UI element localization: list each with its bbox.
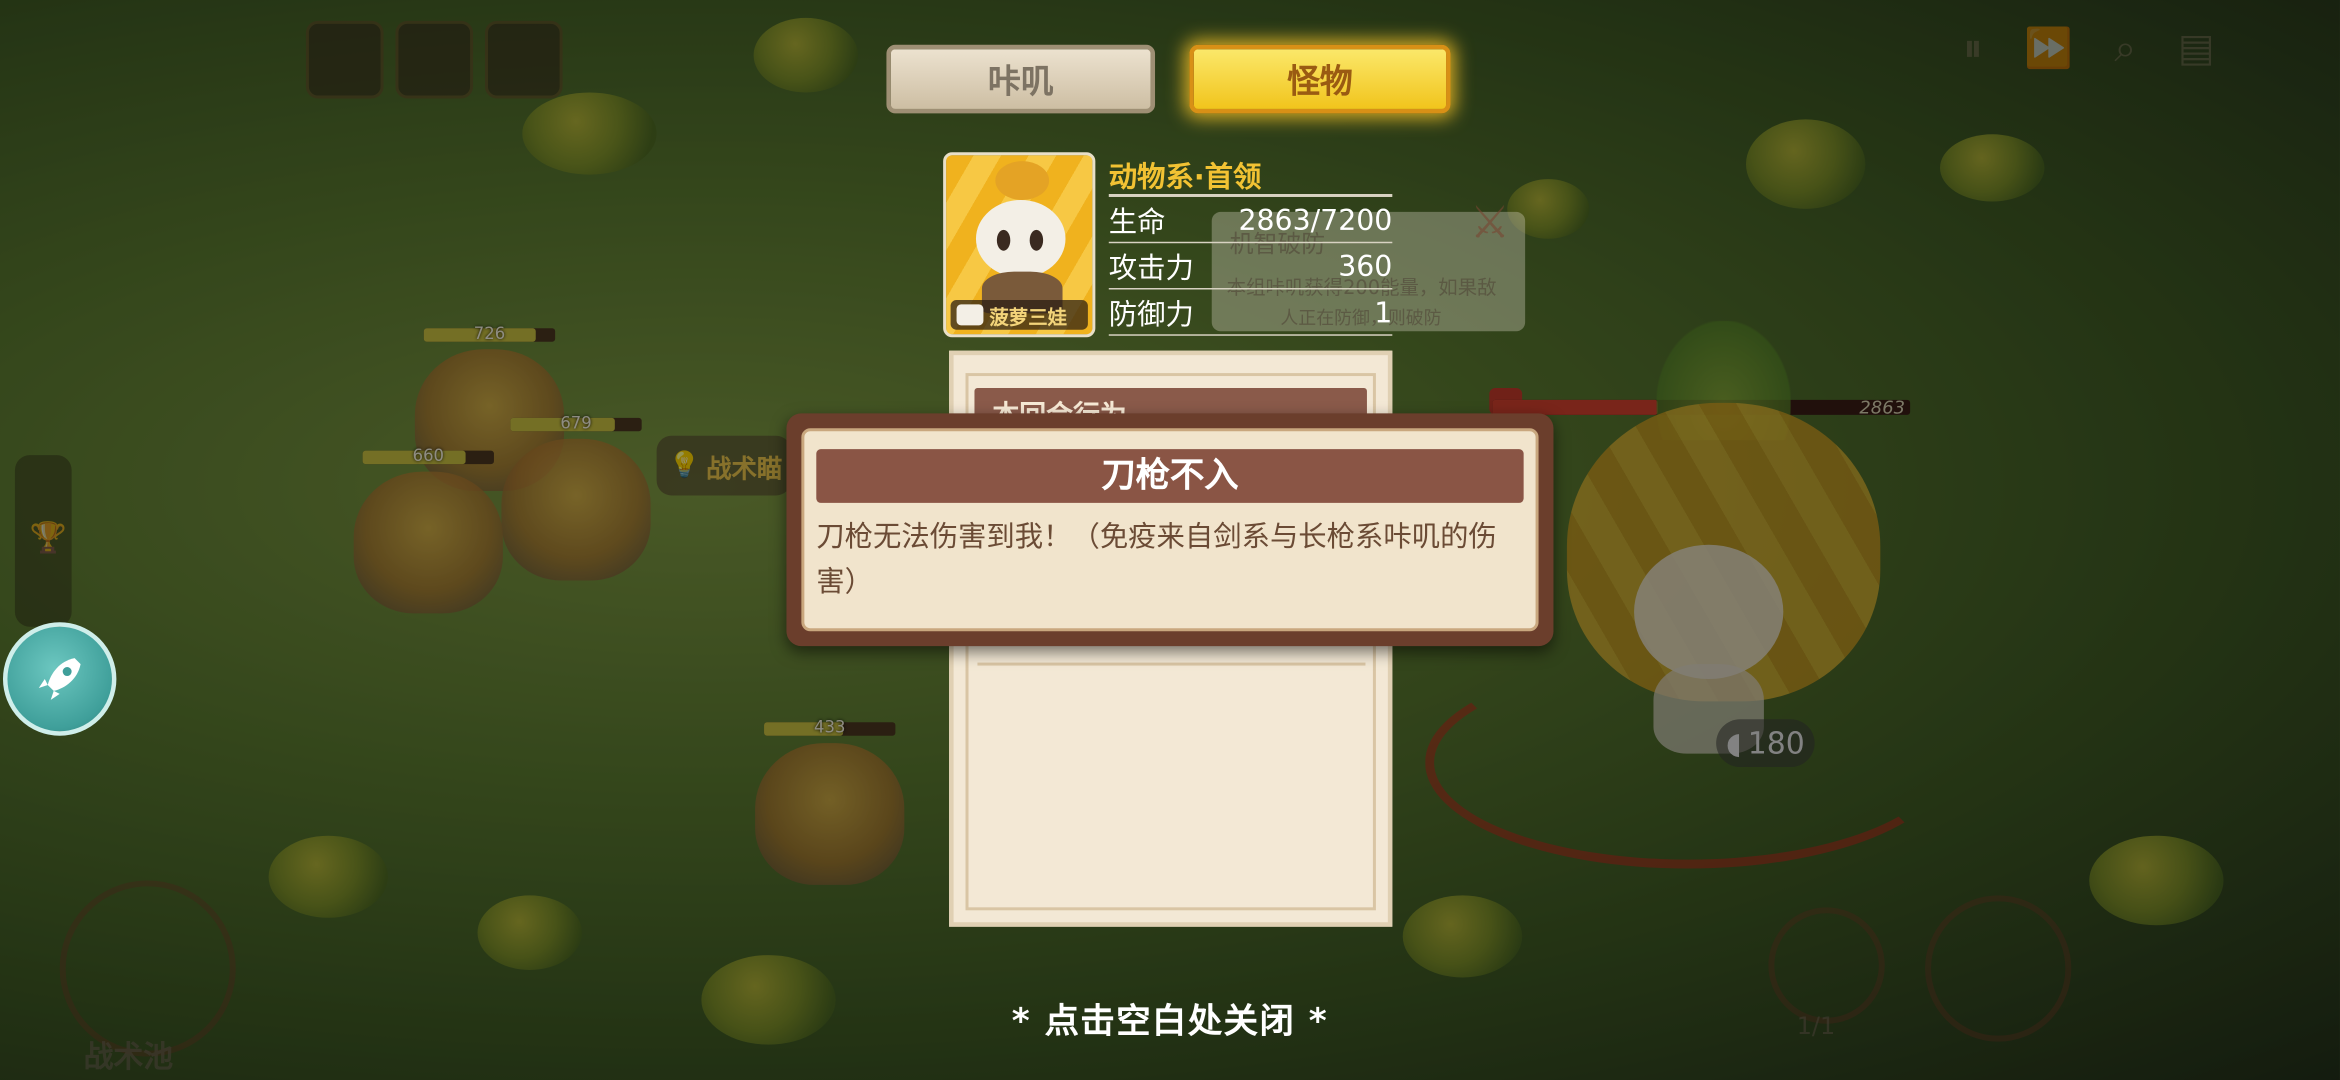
stat-label: 攻击力	[1108, 252, 1194, 286]
sword-icon: ⚔	[1469, 196, 1511, 250]
skill-tooltip-title: 刀枪不入	[1101, 456, 1239, 496]
monster-portrait[interactable]: 菠萝三娃	[943, 152, 1096, 338]
stat-value: 360	[1338, 249, 1393, 283]
stat-label: 防御力	[1108, 298, 1194, 332]
stat-value: 2863/7200	[1238, 203, 1393, 237]
game-screen[interactable]: ⏸ ⏩ ⌕ ▤ 2863 ◖ 180 726 679 660 433 💡 战术瞄…	[0, 0, 2340, 1080]
monster-name-plate: 菠萝三娃	[950, 299, 1088, 330]
stat-value: 1	[1374, 296, 1393, 330]
rocket-icon	[38, 658, 81, 700]
stat-row-attack: 攻击力 360	[1108, 245, 1393, 290]
close-hint[interactable]: * 点击空白处关闭 *	[0, 992, 2340, 1043]
monster-category: 动物系·首领	[1108, 161, 1262, 194]
skill-tooltip: 刀枪不入 刀枪无法伤害到我！（免疫来自剑系与长枪系咔叽的伤害）	[786, 413, 1554, 647]
stat-label: 生命	[1108, 205, 1166, 239]
divider	[1108, 193, 1393, 197]
rocket-button[interactable]	[2, 622, 117, 736]
skill-tooltip-description: 刀枪无法伤害到我！（免疫来自剑系与长枪系咔叽的伤害）	[816, 520, 1497, 599]
stat-row-hp: 生命 2863/7200	[1108, 198, 1393, 244]
tab-kaji[interactable]: 咔叽	[886, 44, 1156, 114]
stat-row-defense: 防御力 1	[1108, 291, 1393, 336]
rabbit-icon	[956, 304, 984, 326]
monster-name: 菠萝三娃	[989, 306, 1068, 330]
tab-monster[interactable]: 怪物	[1189, 44, 1451, 114]
